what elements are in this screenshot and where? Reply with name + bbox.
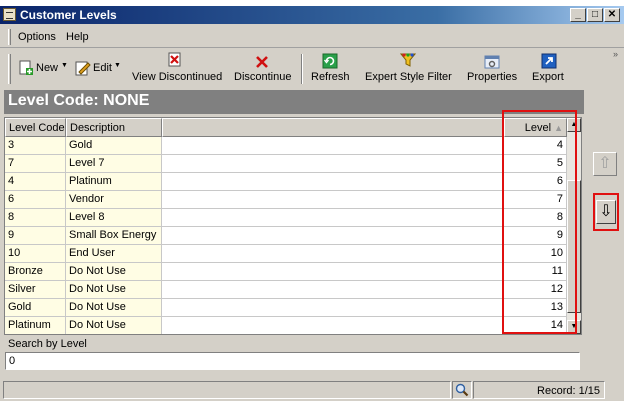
grid-cell-level-code: 3: [5, 137, 66, 155]
table-row[interactable]: Platinum Do Not Use 14: [5, 317, 567, 334]
record-counter: Record: 1/15: [537, 385, 600, 397]
grid-cell-description: Platinum: [66, 173, 162, 191]
new-dropdown-icon[interactable]: ▼: [61, 62, 68, 69]
grid-cell-blank: [162, 191, 504, 209]
export-label: Export: [532, 71, 564, 83]
grid-cell-level-code: 10: [5, 245, 66, 263]
move-down-button[interactable]: ⇩: [596, 200, 616, 224]
menu-options[interactable]: Options: [18, 31, 56, 43]
grid-cell-description: End User: [66, 245, 162, 263]
table-row[interactable]: 4 Platinum 6: [5, 173, 567, 191]
menu-grip[interactable]: [8, 29, 11, 45]
grid-cell-blank: [162, 155, 504, 173]
app-icon: [3, 8, 16, 21]
grid-cell-description: Do Not Use: [66, 263, 162, 281]
grid-cell-blank: [162, 137, 504, 155]
grid-header: Level Code Description Level ▲: [5, 118, 567, 137]
grid-cell-level-code: Bronze: [5, 263, 66, 281]
window-title: Customer Levels: [20, 8, 117, 22]
grid-cell-level-code: Gold: [5, 299, 66, 317]
table-row[interactable]: 6 Vendor 7: [5, 191, 567, 209]
properties-label: Properties: [467, 71, 518, 83]
status-panel-search[interactable]: [452, 381, 472, 399]
customer-levels-window: Customer Levels _ □ ✕ Options Help » New…: [0, 0, 624, 401]
grid-cell-blank: [162, 281, 504, 299]
close-button[interactable]: ✕: [604, 8, 620, 22]
column-header-description[interactable]: Description: [66, 118, 162, 137]
toolbar-overflow-icon[interactable]: »: [613, 49, 618, 59]
expert-filter-label: Expert Style Filter: [365, 71, 452, 83]
level-code-header: Level Code: NONE: [4, 90, 584, 114]
properties-icon: [484, 55, 500, 69]
edit-dropdown-icon[interactable]: ▼: [114, 62, 121, 69]
table-row[interactable]: 9 Small Box Energy 9: [5, 227, 567, 245]
discontinue-label: Discontinue: [234, 71, 292, 83]
grid-cell-blank: [162, 263, 504, 281]
table-row[interactable]: Gold Do Not Use 13: [5, 299, 567, 317]
view-discontinued-label: View Discontinued: [132, 71, 223, 83]
grid-cell-description: Do Not Use: [66, 299, 162, 317]
filter-icon: [400, 53, 416, 67]
status-panel-main: [3, 381, 451, 399]
export-icon: [541, 53, 557, 69]
menu-help[interactable]: Help: [66, 31, 89, 43]
status-panel-record: Record: 1/15: [473, 381, 605, 399]
grid-cell-description: Vendor: [66, 191, 162, 209]
new-label: New: [36, 62, 59, 74]
column-header-level-code[interactable]: Level Code: [5, 118, 66, 137]
grid-cell-level-code: Silver: [5, 281, 66, 299]
grid-cell-description: Gold: [66, 137, 162, 155]
grid-cell-level-code: 8: [5, 209, 66, 227]
table-row[interactable]: Bronze Do Not Use 11: [5, 263, 567, 281]
level-code-title: Level Code: NONE: [8, 92, 150, 109]
maximize-button[interactable]: □: [587, 8, 603, 22]
refresh-icon: [322, 53, 338, 69]
table-row[interactable]: Silver Do Not Use 12: [5, 281, 567, 299]
level-column-highlight: [502, 110, 577, 334]
view-discontinued-icon: [168, 52, 181, 67]
grid-cell-level-code: Platinum: [5, 317, 66, 334]
toolbar-separator: [301, 54, 303, 84]
discontinue-icon: [256, 56, 268, 68]
grid-cell-description: Do Not Use: [66, 317, 162, 334]
column-header-blank: [162, 118, 504, 137]
table-row[interactable]: 7 Level 75: [5, 155, 567, 173]
grid-cell-blank: [162, 209, 504, 227]
grid-cell-blank: [162, 173, 504, 191]
magnifier-icon: [455, 383, 469, 397]
search-input[interactable]: [5, 352, 580, 370]
table-row[interactable]: 3 Gold 4: [5, 137, 567, 155]
table-row[interactable]: 8 Level 88: [5, 209, 567, 227]
grid-cell-level-code: 4: [5, 173, 66, 191]
grid-cell-level-code: 6: [5, 191, 66, 209]
toolbar: » New ▼ Edit ▼ View Discontinued Discont…: [0, 49, 624, 89]
move-up-button[interactable]: ⇧: [593, 152, 617, 176]
search-label: Search by Level: [8, 338, 87, 350]
grid-cell-description: Level 8: [66, 209, 162, 227]
edit-label: Edit: [93, 62, 112, 74]
grid-cell-description: Small Box Energy: [66, 227, 162, 245]
edit-icon: [75, 61, 91, 76]
table-row[interactable]: 10 End User 10: [5, 245, 567, 263]
grid-cell-blank: [162, 227, 504, 245]
status-bar: Record: 1/15: [0, 380, 624, 401]
title-bar[interactable]: Customer Levels _ □ ✕: [0, 6, 624, 24]
grid-cell-description: Level 7: [66, 155, 162, 173]
grid-cell-level-code: 7: [5, 155, 66, 173]
toolbar-grip[interactable]: [8, 54, 11, 84]
levels-grid[interactable]: Level Code Description Level ▲ 3 Gold 4 7 Lev…: [4, 117, 582, 335]
grid-cell-blank: [162, 245, 504, 263]
menu-bar: Options Help: [0, 26, 624, 48]
new-icon: [19, 60, 33, 75]
minimize-button[interactable]: _: [570, 8, 586, 22]
grid-cell-blank: [162, 317, 504, 334]
grid-cell-blank: [162, 299, 504, 317]
grid-cell-level-code: 9: [5, 227, 66, 245]
grid-cell-description: Do Not Use: [66, 281, 162, 299]
refresh-label: Refresh: [311, 71, 350, 83]
